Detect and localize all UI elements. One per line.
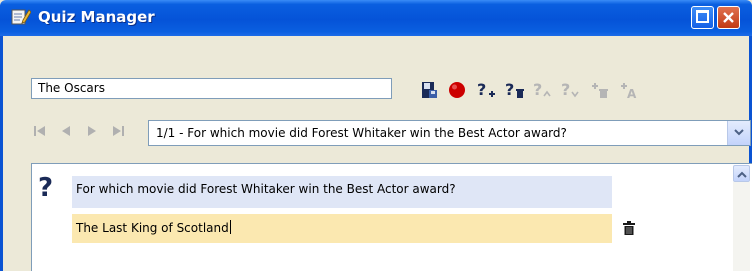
delete-question-button[interactable]: ? (504, 79, 526, 101)
svg-text:?: ? (505, 80, 514, 99)
svg-text:?: ? (561, 80, 570, 99)
first-icon (34, 126, 45, 136)
scroll-up-button[interactable] (733, 165, 750, 182)
add-answer-button[interactable]: A (618, 79, 640, 101)
delete-question-icon: ? (505, 80, 524, 99)
move-question-up-icon: ? (533, 80, 551, 99)
question-select-dropdown-button[interactable] (727, 121, 750, 145)
delete-answer-button[interactable] (589, 79, 611, 101)
question-text-field[interactable]: For which movie did Forest Whitaker win … (72, 176, 612, 208)
chevron-up-icon (737, 171, 747, 178)
chevron-down-icon (734, 129, 744, 136)
previous-icon (62, 126, 70, 136)
move-question-down-icon: ? (561, 80, 579, 99)
window-frame-left (0, 36, 3, 271)
window-title: Quiz Manager (38, 8, 155, 26)
previous-question-button[interactable] (57, 123, 75, 139)
record-button[interactable] (446, 79, 468, 101)
close-icon (723, 12, 734, 23)
close-button[interactable] (717, 6, 740, 29)
add-question-icon: ? (477, 80, 495, 99)
move-question-down-button[interactable]: ? (560, 79, 582, 101)
text-cursor (229, 220, 231, 234)
save-icon (422, 82, 437, 98)
maximize-button[interactable] (691, 6, 714, 29)
question-mark-icon: ? (38, 173, 54, 203)
add-question-button[interactable]: ? (476, 79, 498, 101)
add-answer-icon: A (621, 83, 637, 100)
quiz-name-input[interactable]: The Oscars (31, 78, 392, 99)
scrollbar-track[interactable] (733, 182, 750, 271)
last-icon (113, 126, 124, 136)
record-icon (449, 82, 465, 98)
answer-text-field[interactable]: The Last King of Scotland (72, 214, 612, 243)
first-question-button[interactable] (31, 123, 49, 139)
notepad-pencil-icon (11, 9, 31, 25)
question-select-value: 1/1 - For which movie did Forest Whitake… (156, 126, 567, 140)
delete-answer-icon (592, 83, 608, 98)
question-select[interactable]: 1/1 - For which movie did Forest Whitake… (148, 120, 751, 146)
delete-answer-trash-icon[interactable] (623, 221, 635, 235)
svg-text:?: ? (533, 80, 542, 99)
maximize-icon (696, 10, 709, 23)
move-question-up-button[interactable]: ? (532, 79, 554, 101)
svg-text:?: ? (477, 80, 486, 99)
next-question-button[interactable] (83, 123, 101, 139)
save-button[interactable] (418, 79, 440, 101)
svg-text:A: A (627, 87, 637, 100)
next-icon (88, 126, 96, 136)
answer-text: The Last King of Scotland (76, 221, 229, 235)
last-question-button[interactable] (109, 123, 127, 139)
title-bar: Quiz Manager (0, 0, 752, 36)
